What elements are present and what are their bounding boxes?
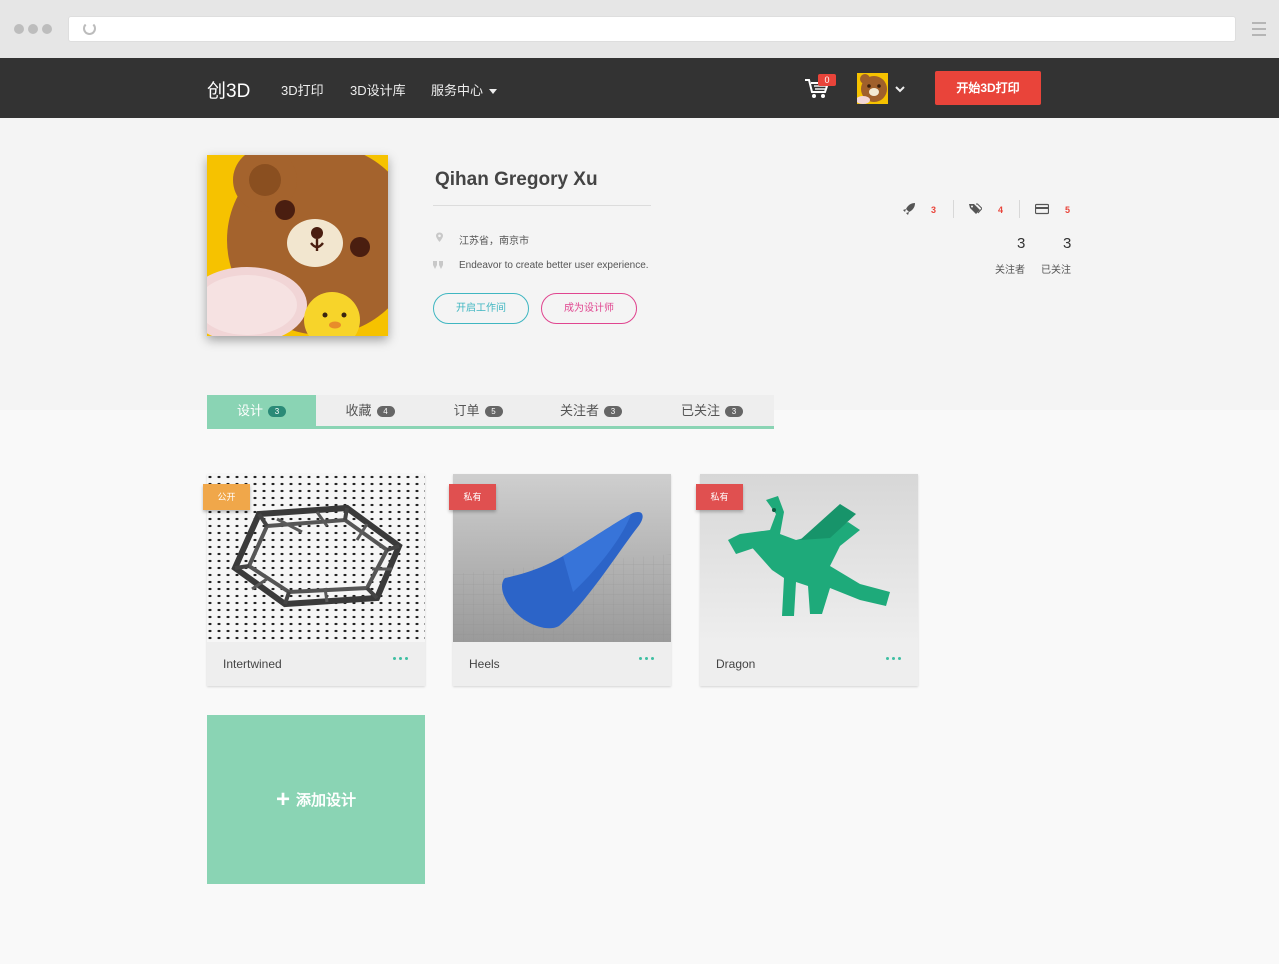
stat-divider <box>1019 200 1020 218</box>
minimize-dot[interactable] <box>28 24 38 34</box>
rocket-icon <box>903 203 915 215</box>
nav-link-3d-print[interactable]: 3D打印 <box>281 80 324 99</box>
tab-count-badge: 3 <box>604 406 622 418</box>
more-options-icon[interactable] <box>393 657 409 660</box>
profile-avatar <box>207 155 388 336</box>
tab-count-badge: 3 <box>725 406 743 418</box>
nav-link-service-label: 服务中心 <box>431 83 484 98</box>
address-bar[interactable] <box>68 16 1236 42</box>
design-title[interactable]: Dragon <box>716 657 755 671</box>
tab-label: 收藏 <box>345 403 372 418</box>
following-count[interactable]: 3 <box>1063 235 1071 252</box>
cart-count-badge: 0 <box>818 74 836 86</box>
tab-designs[interactable]: 设计 3 <box>207 395 316 426</box>
stat-designs-count: 3 <box>931 205 937 215</box>
profile-location: 江苏省，南京市 <box>459 236 529 247</box>
add-design-label: 添加设计 <box>296 792 357 809</box>
browser-menu-icon[interactable] <box>1252 22 1266 40</box>
tab-favorites[interactable]: 收藏 4 <box>316 395 424 426</box>
top-navbar: 创3D 3D打印 3D设计库 服务中心 0 开始3D打印 <box>0 58 1279 118</box>
tags-icon <box>969 203 982 214</box>
following-label[interactable]: 已关注 <box>1041 261 1071 276</box>
plus-icon: + <box>275 785 290 813</box>
design-card-heels[interactable]: 私有 Heels <box>449 474 671 686</box>
start-3d-print-button[interactable]: 开始3D打印 <box>935 71 1041 105</box>
design-card-intertwined[interactable]: 公开 Intertwined <box>203 474 425 686</box>
visibility-badge: 公开 <box>203 484 250 510</box>
profile-tabs: 设计 3 收藏 4 订单 5 关注者 3 已关注 3 <box>207 395 774 429</box>
browser-chrome <box>0 0 1279 58</box>
tab-label: 已关注 <box>680 403 720 418</box>
visibility-badge: 私有 <box>696 484 743 510</box>
add-design-button[interactable]: + 添加设计 <box>207 715 425 884</box>
more-options-icon[interactable] <box>886 657 902 660</box>
profile-bio: Endeavor to create better user experienc… <box>459 260 649 271</box>
site-logo[interactable]: 创3D <box>207 76 250 103</box>
more-options-icon[interactable] <box>639 657 655 660</box>
card-icon <box>1035 203 1049 215</box>
quote-icon <box>433 261 443 269</box>
location-pin-icon <box>436 232 443 242</box>
followers-count[interactable]: 3 <box>1017 235 1025 252</box>
followers-label[interactable]: 关注者 <box>995 261 1025 276</box>
visibility-badge: 私有 <box>449 484 496 510</box>
become-designer-button[interactable]: 成为设计师 <box>541 293 637 324</box>
nav-link-design-library[interactable]: 3D设计库 <box>350 80 406 99</box>
tab-label: 设计 <box>236 403 263 418</box>
window-controls[interactable] <box>14 24 52 34</box>
tab-count-badge: 5 <box>484 406 503 418</box>
maximize-dot[interactable] <box>42 24 52 34</box>
nav-link-service-center[interactable]: 服务中心 <box>431 80 498 99</box>
tab-orders[interactable]: 订单 5 <box>424 395 532 426</box>
stat-favorites-count: 4 <box>998 205 1004 215</box>
stat-orders-count: 5 <box>1065 205 1071 215</box>
reload-icon[interactable] <box>83 22 96 35</box>
user-avatar[interactable] <box>857 73 888 104</box>
tab-count-badge: 3 <box>268 406 286 418</box>
profile-name: Qihan Gregory Xu <box>435 169 598 190</box>
design-card-dragon[interactable]: 私有 Dragon <box>696 474 918 686</box>
tab-label: 订单 <box>453 403 480 418</box>
chevron-down-icon[interactable] <box>894 84 906 94</box>
tab-followers[interactable]: 关注者 3 <box>532 395 650 426</box>
design-title[interactable]: Heels <box>469 657 500 671</box>
close-dot[interactable] <box>14 24 24 34</box>
open-workspace-button[interactable]: 开启工作间 <box>433 293 529 324</box>
tab-count-badge: 4 <box>376 406 395 418</box>
tab-label: 关注者 <box>559 403 599 418</box>
caret-down-icon <box>489 89 498 95</box>
design-title[interactable]: Intertwined <box>223 657 282 671</box>
stat-divider <box>953 200 954 218</box>
name-divider <box>433 205 651 206</box>
tab-following[interactable]: 已关注 3 <box>650 395 774 426</box>
